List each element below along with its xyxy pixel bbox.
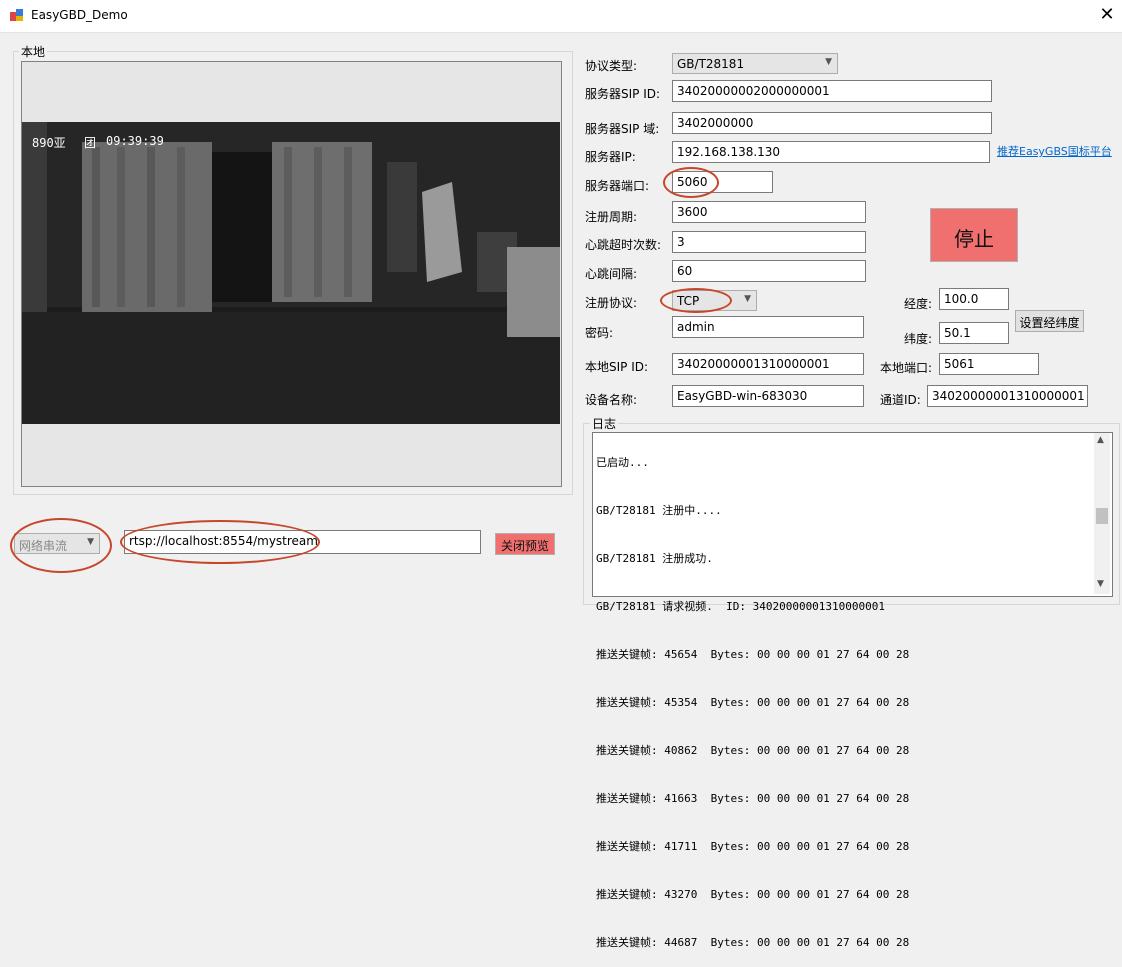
chevron-down-icon: ▼ xyxy=(744,294,751,304)
password-label: 密码: xyxy=(585,326,614,340)
window-title: EasyGBD_Demo xyxy=(31,8,128,22)
log-line: GB/T28181 注册成功. xyxy=(596,552,713,565)
device-name-label: 设备名称: xyxy=(585,393,638,407)
server-sip-id-label: 服务器SIP ID: xyxy=(585,87,661,101)
chevron-down-icon: ▼ xyxy=(825,57,832,67)
latitude-input[interactable]: 50.1 xyxy=(939,322,1009,344)
log-line: 推送关键帧: 43270 Bytes: 00 00 00 01 27 64 00… xyxy=(596,888,910,901)
local-group-label: 本地 xyxy=(19,43,48,60)
close-icon[interactable]: ✕ xyxy=(1096,4,1118,26)
server-port-label: 服务器端口: xyxy=(585,179,650,193)
annotation-oval xyxy=(660,288,732,313)
password-input[interactable]: admin xyxy=(672,316,864,338)
channel-id-input[interactable]: 34020000001310000001 xyxy=(927,385,1088,407)
longitude-input[interactable]: 100.0 xyxy=(939,288,1009,310)
longitude-label: 经度: xyxy=(904,297,933,311)
annotation-oval xyxy=(120,520,320,564)
local-port-input[interactable]: 5061 xyxy=(939,353,1039,375)
heartbeat-interval-input[interactable]: 60 xyxy=(672,260,866,282)
scroll-up-icon[interactable]: ▲ xyxy=(1097,435,1104,445)
server-ip-label: 服务器IP: xyxy=(585,150,636,164)
scroll-thumb[interactable] xyxy=(1096,508,1108,524)
osd-left: 890亚 xyxy=(32,136,66,150)
stop-button[interactable]: 停止 xyxy=(930,208,1018,262)
set-coordinates-button[interactable]: 设置经纬度 xyxy=(1015,310,1084,332)
device-name-input[interactable]: EasyGBD-win-683030 xyxy=(672,385,864,407)
osd-time: 09:39:39 xyxy=(106,134,164,148)
latitude-label: 纬度: xyxy=(904,332,933,346)
log-line: GB/T28181 注册中.... xyxy=(596,504,722,517)
server-sip-id-input[interactable]: 34020000002000000001 xyxy=(672,80,992,102)
title-bar xyxy=(0,0,1122,33)
recommend-easygbs-link[interactable]: 推荐EasyGBS国标平台 xyxy=(997,143,1112,159)
register-period-label: 注册周期: xyxy=(585,210,638,224)
log-scrollbar[interactable]: ▲ ▼ xyxy=(1094,433,1110,594)
register-protocol-label: 注册协议: xyxy=(585,296,638,310)
osd-mid: 团 xyxy=(84,136,97,150)
app-icon xyxy=(10,9,23,21)
server-sip-domain-input[interactable]: 3402000000 xyxy=(672,112,992,134)
server-ip-input[interactable]: 192.168.138.130 xyxy=(672,141,990,163)
local-sip-id-label: 本地SIP ID: xyxy=(585,360,649,374)
log-lines: 已启动... GB/T28181 注册中.... GB/T28181 注册成功.… xyxy=(596,431,1093,967)
protocol-type-select[interactable]: GB/T28181 ▼ xyxy=(672,53,838,74)
register-period-input[interactable]: 3600 xyxy=(672,201,866,223)
log-line: 推送关键帧: 40862 Bytes: 00 00 00 01 27 64 00… xyxy=(596,744,910,757)
channel-id-label: 通道ID: xyxy=(880,393,921,407)
server-sip-domain-label: 服务器SIP 域: xyxy=(585,122,660,136)
log-line: 推送关键帧: 45354 Bytes: 00 00 00 01 27 64 00… xyxy=(596,696,910,709)
log-line: 已启动... xyxy=(596,456,649,469)
annotation-oval xyxy=(663,167,719,198)
protocol-type-label: 协议类型: xyxy=(585,59,638,73)
scroll-down-icon[interactable]: ▼ xyxy=(1097,579,1104,589)
annotation-oval xyxy=(10,518,112,573)
log-line: 推送关键帧: 41663 Bytes: 00 00 00 01 27 64 00… xyxy=(596,792,910,805)
close-preview-button[interactable]: 关闭预览 xyxy=(495,533,555,555)
protocol-type-value: GB/T28181 xyxy=(677,57,745,71)
heartbeat-timeout-label: 心跳超时次数: xyxy=(585,238,662,252)
video-preview: 890亚 团 09:39:39 xyxy=(22,122,560,424)
heartbeat-timeout-input[interactable]: 3 xyxy=(672,231,866,253)
log-line: 推送关键帧: 41711 Bytes: 00 00 00 01 27 64 00… xyxy=(596,840,910,853)
log-line: 推送关键帧: 44687 Bytes: 00 00 00 01 27 64 00… xyxy=(596,936,910,949)
video-scene xyxy=(22,122,560,424)
log-line: GB/T28181 请求视频. ID: 34020000001310000001 xyxy=(596,600,886,613)
log-group-label: 日志 xyxy=(590,415,619,432)
heartbeat-interval-label: 心跳间隔: xyxy=(585,267,638,281)
local-port-label: 本地端口: xyxy=(880,361,933,375)
local-sip-id-input[interactable]: 34020000001310000001 xyxy=(672,353,864,375)
log-line: 推送关键帧: 45654 Bytes: 00 00 00 01 27 64 00… xyxy=(596,648,910,661)
